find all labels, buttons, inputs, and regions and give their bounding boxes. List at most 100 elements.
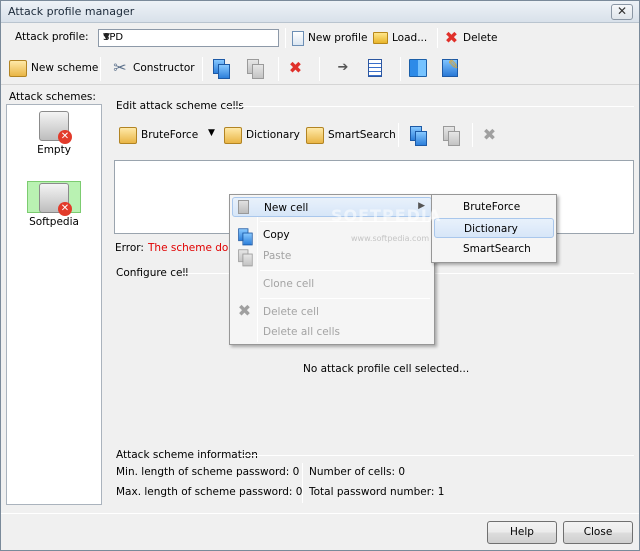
toolbar-separator	[202, 57, 203, 81]
dropdown-arrow-icon[interactable]: ▼	[208, 128, 215, 138]
title-bar: Attack profile manager ✕	[1, 1, 639, 23]
constructor-label: Constructor	[133, 62, 195, 74]
paste-scheme-button[interactable]	[247, 57, 264, 79]
copy-scheme-button[interactable]	[213, 57, 230, 79]
window-close-button[interactable]: ✕	[611, 4, 633, 20]
number-of-cells-text: Number of cells: 0	[309, 466, 406, 478]
toolbar-separator	[472, 123, 473, 147]
close-button[interactable]: Close	[563, 521, 633, 544]
delete-scheme-button[interactable]: ✖	[288, 57, 303, 79]
scheme-label: Empty	[37, 144, 71, 156]
constructor-button[interactable]: ✂ Constructor	[111, 57, 195, 79]
menu-item-label: Paste	[263, 250, 292, 262]
attack-schemes-pane: Attack schemes: ✕ Empty ✕ Softpedia	[4, 89, 103, 508]
new-profile-button[interactable]: New profile	[292, 27, 367, 49]
copy-icon	[410, 126, 427, 146]
window-title: Attack profile manager	[8, 5, 135, 18]
delete-x-icon: ✖	[444, 27, 459, 47]
menu-item-label: New cell	[264, 202, 309, 214]
menu-item-label: Delete all cells	[263, 326, 340, 338]
dictionary-icon	[224, 126, 242, 144]
new-cell-submenu: BruteForce Dictionary SmartSearch	[431, 194, 557, 263]
bruteforce-button[interactable]: BruteForce	[119, 124, 198, 146]
menu-item-delete-cell[interactable]: ✖ Delete cell	[232, 302, 432, 322]
delete-profile-button[interactable]: ✖ Delete	[444, 27, 498, 49]
notepad-icon	[368, 59, 382, 77]
new-scheme-button[interactable]: New scheme	[9, 57, 98, 79]
scheme-item-empty[interactable]: ✕ Empty	[9, 111, 99, 156]
scheme-toolbar: New scheme ✂ Constructor ✖ ➔	[1, 52, 639, 85]
edit-cells-title: Edit attack scheme cells	[116, 100, 244, 112]
toolbar-separator	[437, 28, 438, 48]
submenu-item-smartsearch[interactable]: SmartSearch	[434, 239, 554, 259]
paste-icon	[247, 59, 264, 79]
delete-cell-button[interactable]: ✖	[482, 124, 497, 146]
error-label: Error:	[115, 242, 144, 254]
error-badge-icon: ✕	[58, 130, 72, 144]
menu-item-label: Copy	[263, 229, 290, 241]
configure-cell-title: Configure cell	[116, 267, 189, 279]
attack-schemes-list: ✕ Empty ✕ Softpedia	[6, 104, 102, 505]
paste-icon	[238, 249, 253, 267]
menu-item-label: Delete cell	[263, 306, 319, 318]
group-line	[227, 106, 634, 107]
bruteforce-label: BruteForce	[141, 129, 199, 141]
profile-toolbar: Attack profile: SPD ▼ New profile Load..…	[1, 24, 639, 51]
import-arrow-icon: ➔	[337, 60, 349, 75]
paste-icon	[443, 126, 460, 146]
paste-cell-button[interactable]	[443, 124, 460, 146]
min-length-text: Min. length of scheme password: 0	[116, 466, 300, 478]
cells-toolbar: BruteForce ▼ Dictionary SmartSearch ✖	[114, 118, 634, 152]
scheme-selection-highlight: ✕	[27, 181, 81, 216]
new-document-icon	[292, 30, 304, 46]
scheme-icon: ✕	[39, 183, 72, 216]
error-message: The scheme does	[148, 242, 241, 254]
scheme-icon: ✕	[39, 111, 72, 144]
bruteforce-icon	[119, 126, 137, 144]
chevron-down-icon: ▼	[103, 32, 110, 42]
error-badge-icon: ✕	[58, 202, 72, 216]
info-separator	[302, 463, 303, 503]
submenu-item-label: SmartSearch	[463, 243, 531, 255]
new-profile-label: New profile	[308, 32, 368, 44]
smartsearch-button[interactable]: SmartSearch	[306, 124, 396, 146]
menu-item-clone-cell[interactable]: Clone cell	[232, 274, 432, 294]
attack-profile-label: Attack profile:	[15, 31, 89, 43]
menu-separator	[260, 270, 430, 271]
toolbar-separator	[319, 57, 320, 81]
delete-scheme-icon: ✖	[288, 57, 303, 77]
toolbar-separator	[400, 57, 401, 81]
submenu-item-bruteforce[interactable]: BruteForce	[434, 197, 554, 217]
new-scheme-label: New scheme	[31, 62, 99, 74]
notes-button[interactable]	[368, 57, 382, 79]
scheme-item-softpedia[interactable]: ✕ Softpedia	[9, 181, 99, 228]
menu-item-label: Clone cell	[263, 278, 315, 290]
attack-profile-manager-window: Attack profile manager ✕ Attack profile:…	[0, 0, 640, 551]
menu-item-delete-all-cells[interactable]: Delete all cells	[232, 322, 432, 342]
scheme-label: Softpedia	[29, 216, 79, 228]
menu-item-paste[interactable]: Paste	[232, 246, 432, 267]
edit-button[interactable]	[442, 57, 459, 79]
delete-label: Delete	[463, 32, 498, 44]
delete-cell-icon: ✖	[237, 301, 252, 320]
new-cell-icon	[238, 200, 249, 214]
copy-cell-button[interactable]	[410, 124, 427, 146]
attack-profile-select[interactable]: SPD ▼	[98, 29, 279, 47]
toolbar-separator	[278, 57, 279, 81]
copy-icon	[238, 228, 253, 246]
load-button[interactable]: Load...	[373, 27, 427, 49]
toolbar-separator	[285, 28, 286, 48]
submenu-item-label: Dictionary	[464, 223, 518, 235]
menu-separator	[260, 298, 430, 299]
tools-icon: ✂	[113, 58, 127, 77]
import-button[interactable]: ➔	[335, 57, 351, 79]
submenu-item-dictionary[interactable]: Dictionary	[434, 218, 554, 238]
help-button[interactable]: Help	[487, 521, 557, 544]
edit-pencil-icon	[442, 58, 459, 77]
dictionary-button[interactable]: Dictionary	[224, 124, 300, 146]
book-button[interactable]	[409, 57, 427, 79]
scheme-info-title: Attack scheme information	[116, 449, 258, 461]
submenu-item-label: BruteForce	[463, 201, 521, 213]
smartsearch-label: SmartSearch	[328, 129, 396, 141]
max-length-text: Max. length of scheme password: 0	[116, 486, 303, 498]
